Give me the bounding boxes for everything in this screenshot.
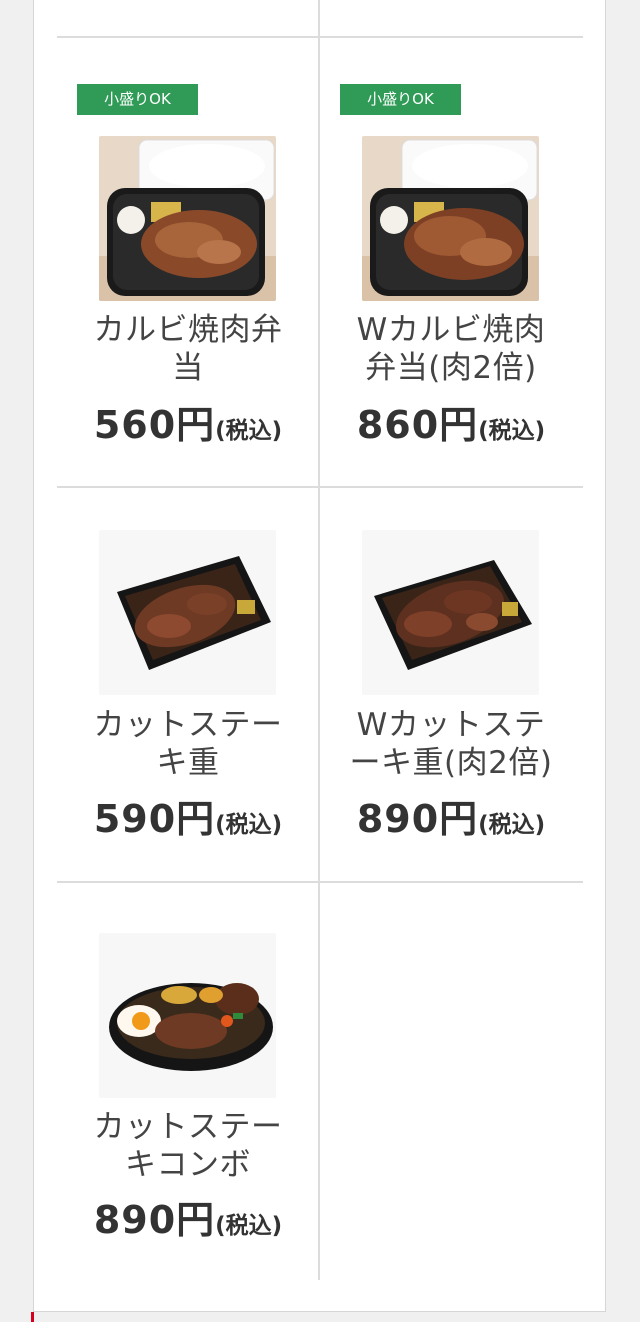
item-price: 860円(税込) <box>320 394 582 449</box>
item-name: カットステー キコンボ <box>77 1108 299 1184</box>
tax-note: (税込) <box>215 418 283 444</box>
cut-steak-combo-photo[interactable] <box>99 933 276 1098</box>
w-cut-steak-ju-photo[interactable] <box>362 530 539 695</box>
tax-note: (税込) <box>215 812 283 838</box>
karubi-bento-photo[interactable] <box>99 136 276 301</box>
item-name: カットステー キ重 <box>77 706 299 782</box>
item-name-line: キ重 <box>156 745 220 781</box>
menu-item-karubi-bento[interactable]: 小盛りOK カルビ焼肉弁 当 560円(税込) <box>57 38 319 447</box>
price-value: 860円 <box>356 403 479 447</box>
item-name-line: Wカルビ焼肉 <box>356 312 546 348</box>
tax-note: (税込) <box>478 418 546 444</box>
item-name-line: カットステー <box>93 707 283 743</box>
small-portion-badge: 小盛りOK <box>77 84 198 115</box>
item-name-line: 弁当(肉2倍) <box>365 350 537 386</box>
item-name-line: ーキ重(肉2倍) <box>349 745 553 781</box>
price-value: 590円 <box>93 797 216 841</box>
item-name-line: キコンボ <box>125 1147 251 1183</box>
tax-note: (税込) <box>478 812 546 838</box>
item-price: 890円(税込) <box>320 788 582 843</box>
accent-bar <box>31 1312 34 1322</box>
item-price: 890円(税込) <box>57 1189 319 1244</box>
item-name-line: カルビ焼肉弁 <box>93 312 283 348</box>
item-name-line: 当 <box>172 350 204 386</box>
item-name: Wカルビ焼肉 弁当(肉2倍) <box>340 311 562 387</box>
cut-steak-ju-photo[interactable] <box>99 530 276 695</box>
item-name: カルビ焼肉弁 当 <box>77 311 299 387</box>
menu-item-w-cut-steak-ju[interactable]: Wカットステ ーキ重(肉2倍) 890円(税込) <box>320 488 582 882</box>
price-value: 890円 <box>93 1198 216 1242</box>
item-price: 590円(税込) <box>57 788 319 843</box>
tax-note: (税込) <box>215 1213 283 1239</box>
item-name: Wカットステ ーキ重(肉2倍) <box>340 706 562 782</box>
price-value: 890円 <box>356 797 479 841</box>
price-value: 560円 <box>93 403 216 447</box>
menu-item-cut-steak-ju[interactable]: カットステー キ重 590円(税込) <box>57 488 319 882</box>
item-name-line: Wカットステ <box>356 707 546 743</box>
w-karubi-bento-photo[interactable] <box>362 136 539 301</box>
menu-item-cut-steak-combo[interactable]: カットステー キコンボ 890円(税込) <box>57 883 319 1277</box>
small-portion-badge: 小盛りOK <box>340 84 461 115</box>
menu-item-w-karubi-bento[interactable]: 小盛りOK Wカルビ焼肉 弁当(肉2倍) 860円(税込) <box>320 38 582 447</box>
item-name-line: カットステー <box>93 1109 283 1145</box>
item-price: 560円(税込) <box>57 394 319 449</box>
